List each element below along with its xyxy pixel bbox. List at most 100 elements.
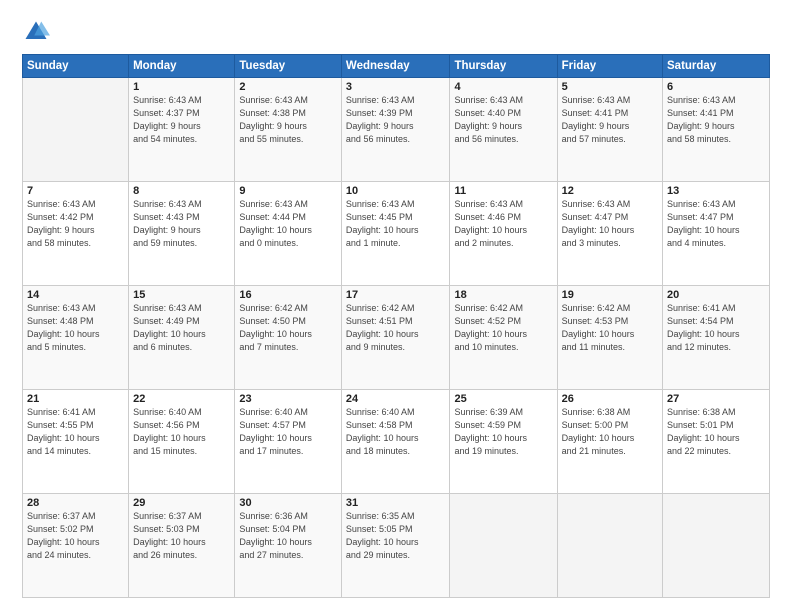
day-header-monday: Monday <box>129 55 235 78</box>
calendar-cell <box>557 494 662 598</box>
day-detail: Sunrise: 6:42 AMSunset: 4:51 PMDaylight:… <box>346 302 446 354</box>
day-number: 17 <box>346 289 446 301</box>
day-detail: Sunrise: 6:42 AMSunset: 4:50 PMDaylight:… <box>239 302 337 354</box>
calendar-cell: 9Sunrise: 6:43 AMSunset: 4:44 PMDaylight… <box>235 182 342 286</box>
calendar-cell: 15Sunrise: 6:43 AMSunset: 4:49 PMDayligh… <box>129 286 235 390</box>
day-number: 1 <box>133 81 230 93</box>
day-number: 31 <box>346 497 446 509</box>
day-detail: Sunrise: 6:41 AMSunset: 4:54 PMDaylight:… <box>667 302 765 354</box>
day-detail: Sunrise: 6:43 AMSunset: 4:43 PMDaylight:… <box>133 198 230 250</box>
day-number: 16 <box>239 289 337 301</box>
calendar-cell: 1Sunrise: 6:43 AMSunset: 4:37 PMDaylight… <box>129 78 235 182</box>
day-detail: Sunrise: 6:43 AMSunset: 4:47 PMDaylight:… <box>562 198 658 250</box>
day-detail: Sunrise: 6:43 AMSunset: 4:41 PMDaylight:… <box>667 94 765 146</box>
day-detail: Sunrise: 6:43 AMSunset: 4:40 PMDaylight:… <box>454 94 552 146</box>
header <box>22 18 770 46</box>
calendar-cell: 19Sunrise: 6:42 AMSunset: 4:53 PMDayligh… <box>557 286 662 390</box>
day-number: 4 <box>454 81 552 93</box>
logo <box>22 18 54 46</box>
calendar-cell: 25Sunrise: 6:39 AMSunset: 4:59 PMDayligh… <box>450 390 557 494</box>
day-number: 15 <box>133 289 230 301</box>
calendar-cell: 20Sunrise: 6:41 AMSunset: 4:54 PMDayligh… <box>663 286 770 390</box>
day-detail: Sunrise: 6:37 AMSunset: 5:02 PMDaylight:… <box>27 510 124 562</box>
calendar-cell: 28Sunrise: 6:37 AMSunset: 5:02 PMDayligh… <box>23 494 129 598</box>
day-header-thursday: Thursday <box>450 55 557 78</box>
day-number: 9 <box>239 185 337 197</box>
week-row-3: 14Sunrise: 6:43 AMSunset: 4:48 PMDayligh… <box>23 286 770 390</box>
calendar-cell: 13Sunrise: 6:43 AMSunset: 4:47 PMDayligh… <box>663 182 770 286</box>
day-number: 6 <box>667 81 765 93</box>
calendar-cell: 21Sunrise: 6:41 AMSunset: 4:55 PMDayligh… <box>23 390 129 494</box>
week-row-4: 21Sunrise: 6:41 AMSunset: 4:55 PMDayligh… <box>23 390 770 494</box>
day-number: 20 <box>667 289 765 301</box>
calendar-cell: 8Sunrise: 6:43 AMSunset: 4:43 PMDaylight… <box>129 182 235 286</box>
day-detail: Sunrise: 6:40 AMSunset: 4:57 PMDaylight:… <box>239 406 337 458</box>
day-detail: Sunrise: 6:43 AMSunset: 4:39 PMDaylight:… <box>346 94 446 146</box>
day-number: 29 <box>133 497 230 509</box>
day-detail: Sunrise: 6:38 AMSunset: 5:00 PMDaylight:… <box>562 406 658 458</box>
calendar-cell: 4Sunrise: 6:43 AMSunset: 4:40 PMDaylight… <box>450 78 557 182</box>
calendar-cell: 26Sunrise: 6:38 AMSunset: 5:00 PMDayligh… <box>557 390 662 494</box>
day-detail: Sunrise: 6:40 AMSunset: 4:56 PMDaylight:… <box>133 406 230 458</box>
calendar-cell: 14Sunrise: 6:43 AMSunset: 4:48 PMDayligh… <box>23 286 129 390</box>
day-number: 23 <box>239 393 337 405</box>
day-number: 8 <box>133 185 230 197</box>
day-header-friday: Friday <box>557 55 662 78</box>
day-detail: Sunrise: 6:37 AMSunset: 5:03 PMDaylight:… <box>133 510 230 562</box>
day-detail: Sunrise: 6:40 AMSunset: 4:58 PMDaylight:… <box>346 406 446 458</box>
day-header-tuesday: Tuesday <box>235 55 342 78</box>
calendar-cell: 29Sunrise: 6:37 AMSunset: 5:03 PMDayligh… <box>129 494 235 598</box>
day-detail: Sunrise: 6:36 AMSunset: 5:04 PMDaylight:… <box>239 510 337 562</box>
day-detail: Sunrise: 6:43 AMSunset: 4:44 PMDaylight:… <box>239 198 337 250</box>
day-number: 18 <box>454 289 552 301</box>
day-detail: Sunrise: 6:43 AMSunset: 4:49 PMDaylight:… <box>133 302 230 354</box>
day-number: 28 <box>27 497 124 509</box>
day-number: 11 <box>454 185 552 197</box>
day-detail: Sunrise: 6:41 AMSunset: 4:55 PMDaylight:… <box>27 406 124 458</box>
calendar-cell: 18Sunrise: 6:42 AMSunset: 4:52 PMDayligh… <box>450 286 557 390</box>
day-number: 10 <box>346 185 446 197</box>
day-number: 25 <box>454 393 552 405</box>
day-detail: Sunrise: 6:38 AMSunset: 5:01 PMDaylight:… <box>667 406 765 458</box>
calendar-cell: 10Sunrise: 6:43 AMSunset: 4:45 PMDayligh… <box>341 182 450 286</box>
day-detail: Sunrise: 6:43 AMSunset: 4:41 PMDaylight:… <box>562 94 658 146</box>
day-detail: Sunrise: 6:43 AMSunset: 4:45 PMDaylight:… <box>346 198 446 250</box>
day-detail: Sunrise: 6:43 AMSunset: 4:48 PMDaylight:… <box>27 302 124 354</box>
calendar-cell: 27Sunrise: 6:38 AMSunset: 5:01 PMDayligh… <box>663 390 770 494</box>
day-number: 2 <box>239 81 337 93</box>
day-detail: Sunrise: 6:43 AMSunset: 4:37 PMDaylight:… <box>133 94 230 146</box>
calendar-cell: 23Sunrise: 6:40 AMSunset: 4:57 PMDayligh… <box>235 390 342 494</box>
day-detail: Sunrise: 6:39 AMSunset: 4:59 PMDaylight:… <box>454 406 552 458</box>
day-header-saturday: Saturday <box>663 55 770 78</box>
calendar-cell <box>23 78 129 182</box>
day-header-sunday: Sunday <box>23 55 129 78</box>
calendar-cell: 24Sunrise: 6:40 AMSunset: 4:58 PMDayligh… <box>341 390 450 494</box>
calendar-cell: 31Sunrise: 6:35 AMSunset: 5:05 PMDayligh… <box>341 494 450 598</box>
calendar-cell <box>450 494 557 598</box>
page: SundayMondayTuesdayWednesdayThursdayFrid… <box>0 0 792 612</box>
calendar-cell: 2Sunrise: 6:43 AMSunset: 4:38 PMDaylight… <box>235 78 342 182</box>
logo-icon <box>22 18 50 46</box>
week-row-5: 28Sunrise: 6:37 AMSunset: 5:02 PMDayligh… <box>23 494 770 598</box>
day-number: 5 <box>562 81 658 93</box>
day-number: 14 <box>27 289 124 301</box>
day-detail: Sunrise: 6:42 AMSunset: 4:53 PMDaylight:… <box>562 302 658 354</box>
calendar-cell: 11Sunrise: 6:43 AMSunset: 4:46 PMDayligh… <box>450 182 557 286</box>
calendar-cell: 5Sunrise: 6:43 AMSunset: 4:41 PMDaylight… <box>557 78 662 182</box>
day-number: 27 <box>667 393 765 405</box>
calendar-cell: 17Sunrise: 6:42 AMSunset: 4:51 PMDayligh… <box>341 286 450 390</box>
day-detail: Sunrise: 6:42 AMSunset: 4:52 PMDaylight:… <box>454 302 552 354</box>
day-detail: Sunrise: 6:43 AMSunset: 4:47 PMDaylight:… <box>667 198 765 250</box>
calendar-cell: 7Sunrise: 6:43 AMSunset: 4:42 PMDaylight… <box>23 182 129 286</box>
day-number: 24 <box>346 393 446 405</box>
day-number: 7 <box>27 185 124 197</box>
day-detail: Sunrise: 6:43 AMSunset: 4:38 PMDaylight:… <box>239 94 337 146</box>
week-row-2: 7Sunrise: 6:43 AMSunset: 4:42 PMDaylight… <box>23 182 770 286</box>
day-number: 26 <box>562 393 658 405</box>
calendar-cell: 30Sunrise: 6:36 AMSunset: 5:04 PMDayligh… <box>235 494 342 598</box>
day-header-wednesday: Wednesday <box>341 55 450 78</box>
day-number: 19 <box>562 289 658 301</box>
day-number: 21 <box>27 393 124 405</box>
day-detail: Sunrise: 6:43 AMSunset: 4:42 PMDaylight:… <box>27 198 124 250</box>
calendar-cell <box>663 494 770 598</box>
